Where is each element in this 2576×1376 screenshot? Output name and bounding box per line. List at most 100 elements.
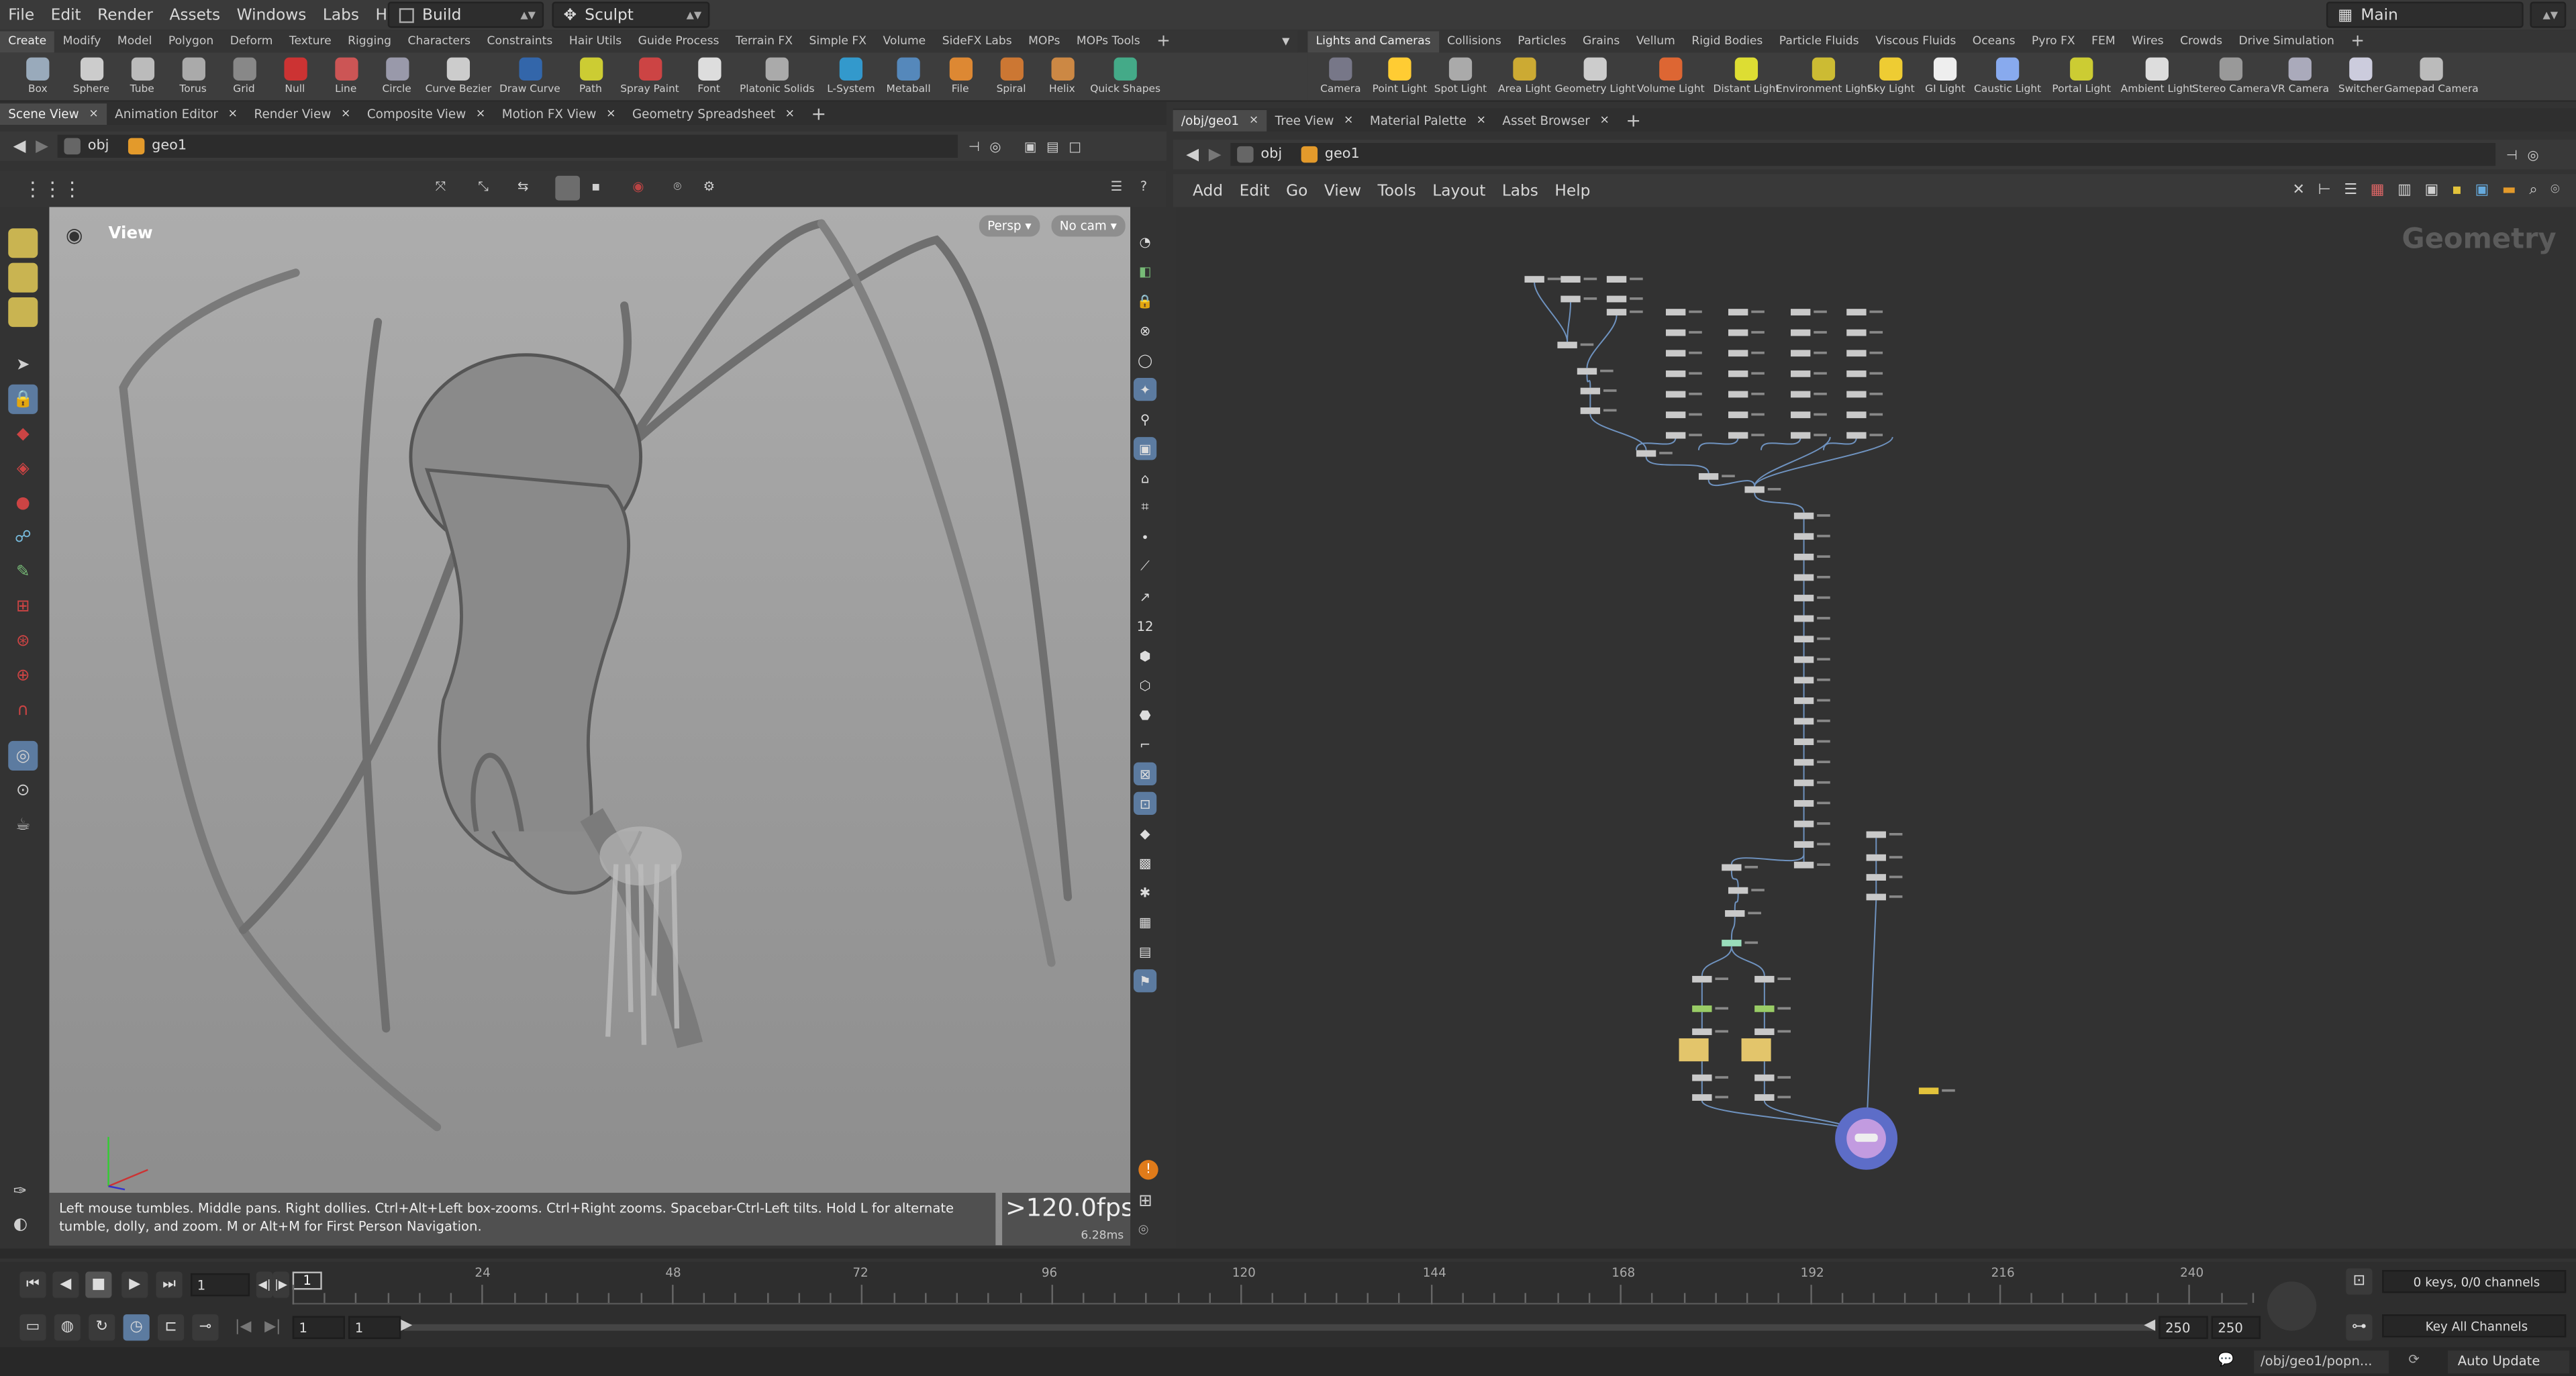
- add-tab-icon[interactable]: +: [1148, 32, 1179, 53]
- shelf-menu-icon[interactable]: ▼: [1274, 32, 1298, 53]
- shelf-tool-sphere[interactable]: Sphere: [66, 52, 117, 101]
- headlight-icon[interactable]: ✦: [1133, 377, 1157, 401]
- network-node[interactable]: [1790, 391, 1811, 398]
- shelf-tool-sky-light[interactable]: Sky Light: [1863, 52, 1919, 101]
- auto-update[interactable]: Auto Update: [2448, 1350, 2570, 1374]
- menu-edit[interactable]: Edit: [42, 6, 89, 24]
- shelf-tab[interactable]: Lights and Cameras: [1307, 31, 1439, 53]
- menu-view[interactable]: View: [1324, 181, 1361, 199]
- shelf-tab[interactable]: Polygon: [160, 32, 222, 53]
- list-icon[interactable]: ☰: [2344, 183, 2357, 199]
- audio-icon[interactable]: ▭: [19, 1314, 46, 1341]
- menu-edit[interactable]: Edit: [1240, 181, 1270, 199]
- network-node[interactable]: [1793, 841, 1814, 848]
- network-node[interactable]: [1728, 391, 1748, 398]
- tab-scene-view[interactable]: Scene View ×: [0, 103, 107, 126]
- network-node[interactable]: [1728, 370, 1748, 377]
- shelf-tab[interactable]: Characters: [399, 32, 479, 53]
- wire-icon[interactable]: ⌂: [1134, 466, 1156, 489]
- scale-icon[interactable]: ●: [8, 488, 38, 518]
- snap-grid-icon[interactable]: ⊞: [8, 591, 38, 621]
- shelf-tab[interactable]: Hair Utils: [561, 32, 630, 53]
- network-node[interactable]: [1790, 309, 1811, 315]
- shelf-tab[interactable]: Crowds: [2172, 32, 2230, 53]
- close-icon[interactable]: ×: [476, 103, 485, 125]
- network-node[interactable]: [1846, 350, 1867, 357]
- pin-icon[interactable]: ⊣: [2506, 147, 2518, 162]
- network-node[interactable]: [1665, 309, 1686, 315]
- network-node[interactable]: [1580, 387, 1601, 395]
- close-icon[interactable]: ×: [785, 103, 795, 125]
- layout-icon[interactable]: ▤: [1046, 139, 1059, 154]
- hidden-icon[interactable]: ⬣: [1134, 703, 1156, 726]
- wrench-icon[interactable]: ✕: [2293, 183, 2305, 199]
- shelf-tab[interactable]: MOPs: [1020, 32, 1069, 53]
- range-end-handle[interactable]: ◀: [2144, 1318, 2155, 1334]
- shelf-tab[interactable]: Constraints: [479, 32, 560, 53]
- close-icon[interactable]: ×: [1249, 110, 1258, 132]
- network-node[interactable]: [1793, 697, 1814, 704]
- link-icon[interactable]: ◎: [989, 139, 1001, 154]
- marker-icon[interactable]: ⚑: [1133, 969, 1157, 993]
- arrow-select-icon[interactable]: ➤: [8, 350, 38, 379]
- light-display-icon[interactable]: ◧: [1134, 260, 1156, 283]
- network-node[interactable]: [1793, 512, 1814, 520]
- frame-marker[interactable]: 1: [292, 1271, 322, 1290]
- network-node[interactable]: [1744, 486, 1765, 493]
- shelf-tool-helix[interactable]: Helix: [1037, 52, 1088, 101]
- range-slider[interactable]: [404, 1324, 2156, 1331]
- handle-icon[interactable]: ◈: [8, 454, 38, 483]
- network-node[interactable]: [1918, 1087, 1939, 1095]
- snap-icon[interactable]: ⇆: [517, 179, 528, 194]
- network-node[interactable]: [1577, 368, 1597, 375]
- shelf-tool-portal-light[interactable]: Portal Light: [2044, 52, 2120, 101]
- menu-add[interactable]: Add: [1193, 181, 1223, 199]
- network-node[interactable]: [1754, 1028, 1775, 1036]
- network-node[interactable]: [1728, 309, 1748, 315]
- shelf-tool-font[interactable]: Font: [683, 52, 734, 101]
- menu-go[interactable]: Go: [1286, 181, 1307, 199]
- realtime-icon[interactable]: ◍: [54, 1314, 81, 1341]
- shelf-tab[interactable]: Terrain FX: [728, 32, 801, 53]
- normals-icon[interactable]: ⌗: [1134, 496, 1156, 519]
- display-icon[interactable]: ▪: [591, 179, 600, 194]
- tab-animation-editor[interactable]: Animation Editor ×: [107, 103, 246, 125]
- forward-arrow-icon[interactable]: ▶: [36, 137, 48, 155]
- wire-shade-icon[interactable]: [555, 175, 581, 201]
- network-node[interactable]: [1866, 831, 1886, 838]
- network-node[interactable]: [1793, 636, 1814, 643]
- color-palette-icon[interactable]: ▦: [2371, 183, 2385, 199]
- pin-icon[interactable]: ⊣: [969, 139, 980, 154]
- shelf-tab[interactable]: Create: [0, 31, 55, 53]
- chat-icon[interactable]: 💬: [2218, 1352, 2234, 1367]
- network-node[interactable]: [1636, 450, 1656, 457]
- network-node[interactable]: [1524, 276, 1544, 283]
- shelf-tool-tube[interactable]: Tube: [117, 52, 168, 101]
- shelf-tool-null[interactable]: Null: [269, 52, 320, 101]
- shelf-tool-switcher[interactable]: Switcher: [2333, 52, 2389, 101]
- network-node[interactable]: [1846, 432, 1867, 439]
- shelf-tab[interactable]: Collisions: [1439, 32, 1509, 53]
- network-node[interactable]: [1725, 910, 1745, 917]
- close-icon[interactable]: ×: [1600, 110, 1609, 132]
- network-node[interactable]: [1698, 473, 1719, 480]
- camera-view-icon[interactable]: ▣: [1133, 437, 1157, 460]
- shelf-tab[interactable]: Guide Process: [630, 32, 727, 53]
- camera-snapshot-icon[interactable]: ⌾: [1138, 1222, 1148, 1240]
- tab-material-palette[interactable]: Material Palette ×: [1362, 110, 1495, 132]
- network-node[interactable]: [1846, 370, 1867, 377]
- numbers-icon[interactable]: 12: [1134, 614, 1156, 637]
- network-node[interactable]: [1793, 758, 1814, 766]
- ghost-icon[interactable]: ⊡: [1133, 791, 1157, 816]
- desktop-arrows[interactable]: ▲▼: [2530, 1, 2567, 28]
- tab-geometry-spreadsheet[interactable]: Geometry Spreadsheet ×: [624, 103, 803, 125]
- keyframe-icon[interactable]: ⊡: [2346, 1268, 2373, 1295]
- shelf-tool-caustic-light[interactable]: Caustic Light: [1971, 52, 2044, 101]
- close-icon[interactable]: ×: [1344, 110, 1353, 132]
- menu-layout[interactable]: Layout: [1432, 181, 1485, 199]
- close-icon[interactable]: ×: [606, 103, 615, 125]
- file-node[interactable]: [1679, 1038, 1709, 1062]
- shelf-tab[interactable]: Drive Simulation: [2230, 32, 2342, 53]
- network-node[interactable]: [1728, 329, 1748, 336]
- shelf-tool-spiral[interactable]: Spiral: [986, 52, 1037, 101]
